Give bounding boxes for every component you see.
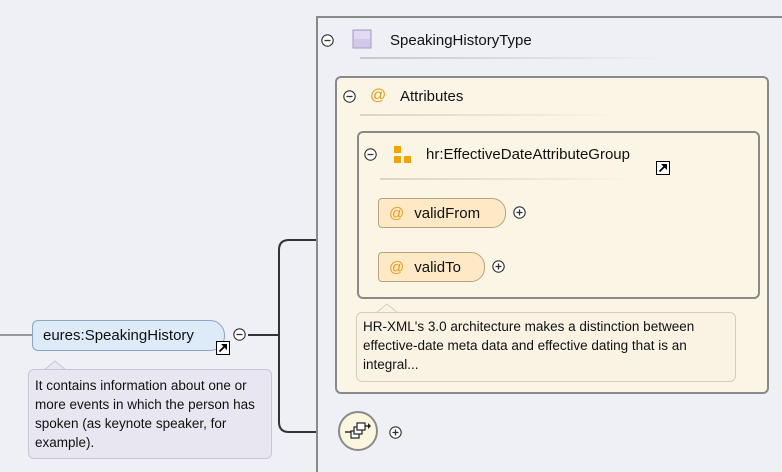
attribute-icon: @	[389, 258, 405, 276]
attribute-group-documentation: HR-XML's 3.0 architecture makes a distin…	[356, 312, 736, 382]
element-documentation: It contains information about one or mor…	[28, 369, 272, 459]
element-name: eures:SpeakingHistory	[43, 327, 194, 344]
collapse-icon[interactable]	[364, 148, 377, 161]
attribute-group-icon	[394, 146, 411, 163]
reference-arrow-icon[interactable]	[656, 161, 670, 175]
complex-type-icon	[352, 29, 372, 49]
attribute-group-divider	[380, 178, 640, 180]
reference-arrow-icon[interactable]	[216, 341, 230, 355]
attribute-icon: @	[370, 87, 387, 104]
expand-icon[interactable]	[513, 206, 526, 219]
sequence-icon	[345, 422, 371, 439]
attribute-name: validTo	[414, 258, 461, 276]
attributes-divider	[360, 114, 620, 116]
type-divider	[360, 57, 670, 59]
expand-icon[interactable]	[492, 260, 505, 273]
attributes-title: Attributes	[400, 88, 464, 105]
collapse-icon[interactable]	[233, 328, 246, 341]
type-name: SpeakingHistoryType	[390, 32, 532, 49]
attribute-group-name: hr:EffectiveDateAttributeGroup	[426, 146, 630, 163]
attribute-name: validFrom	[414, 204, 481, 222]
attribute-validto[interactable]: @ validTo	[378, 252, 485, 282]
collapse-icon[interactable]	[321, 34, 334, 47]
attribute-validfrom[interactable]: @ validFrom	[378, 198, 506, 228]
element-speakinghistory[interactable]: eures:SpeakingHistory	[32, 320, 225, 351]
attribute-icon: @	[389, 204, 405, 222]
collapse-icon[interactable]	[343, 90, 356, 103]
expand-icon[interactable]	[389, 426, 402, 439]
